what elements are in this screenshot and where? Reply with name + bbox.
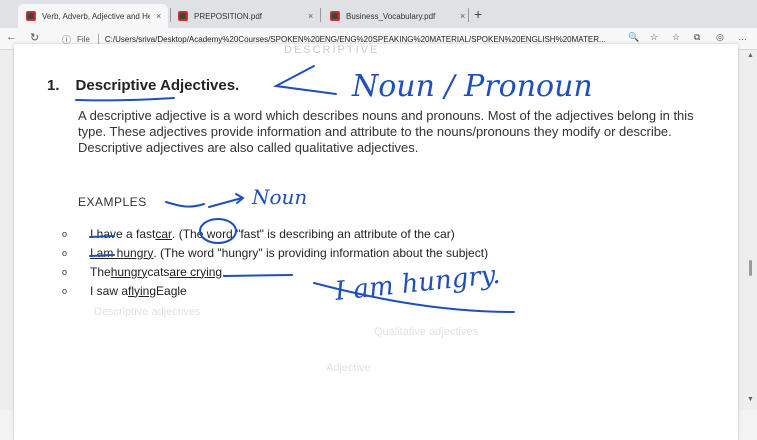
example-text: cats [147, 264, 170, 279]
bullet-marker: o [62, 228, 68, 239]
tab-business-vocabulary[interactable]: ⬛ Business_Vocabulary.pdf × [322, 4, 470, 28]
bullet-marker: o [62, 247, 68, 258]
scroll-thumb[interactable] [749, 260, 752, 276]
new-tab-button[interactable]: + [474, 6, 482, 22]
arrow-stroke [208, 193, 245, 208]
bullet-marker: o [62, 266, 68, 277]
close-tab-icon[interactable]: × [156, 11, 161, 21]
scroll-up-icon[interactable]: ▲ [747, 52, 754, 59]
vertical-scrollbar[interactable]: ▲ ▼ [746, 50, 756, 410]
faded-text: Adjective [326, 362, 371, 374]
tab-title: Verb, Adverb, Adjective and Help [42, 11, 150, 21]
favorite-star-icon[interactable]: ☆ [650, 32, 658, 43]
more-menu-icon[interactable]: … [738, 32, 747, 42]
underlined-word: flying [128, 283, 157, 298]
pdf-icon: ⬛ [178, 11, 188, 21]
example-text: . (The word "fast" is describing an attr… [172, 226, 455, 241]
examples-dash-stroke [165, 201, 205, 208]
arrow-stroke [272, 65, 337, 95]
close-tab-icon[interactable]: × [308, 11, 313, 21]
example-list: o I have a fast car. (The word "fast" is… [62, 224, 488, 300]
tab-separator [468, 8, 469, 22]
underlined-word: hungry [110, 264, 148, 279]
faded-text: Qualitative adjectives [374, 326, 478, 338]
pdf-icon: ⬛ [26, 11, 36, 21]
collections-icon[interactable]: ⧉ [694, 32, 700, 43]
example-text: I saw a [90, 283, 129, 298]
handwritten-noun: Noun [251, 185, 307, 209]
example-text: The [90, 264, 111, 279]
heading-underline-stroke [75, 97, 175, 102]
pdf-icon: ⬛ [330, 11, 340, 21]
close-tab-icon[interactable]: × [460, 11, 465, 21]
list-item: o I have a fast car. (The word "fast" is… [62, 224, 488, 243]
handwritten-noun-pronoun: Noun / Pronoun [351, 69, 593, 104]
tab-verb-adverb[interactable]: ⬛ Verb, Adverb, Adjective and Help × [18, 4, 168, 28]
faded-heading: DESCRIPTIVE [284, 44, 380, 56]
list-item: o I saw a flying Eagle [62, 281, 488, 300]
example-text: I have a fast [90, 226, 156, 241]
heading-number: 1. [47, 77, 60, 94]
scroll-down-icon[interactable]: ▼ [747, 396, 754, 403]
example-text: . [222, 264, 226, 279]
favorites-icon[interactable]: ☆ [672, 32, 680, 43]
tab-title: Business_Vocabulary.pdf [346, 11, 436, 21]
faded-text: Descriptive adjectives [94, 306, 201, 318]
section-heading: 1. Descriptive Adjectives. [47, 77, 239, 94]
underlined-word: I am hungry [90, 245, 154, 260]
heading-text: Descriptive Adjectives. [75, 77, 240, 94]
scheme-label: File [77, 34, 90, 44]
pdf-page: DESCRIPTIVE 1. Descriptive Adjectives. A … [14, 44, 738, 440]
tab-separator [320, 8, 321, 22]
examples-label: EXAMPLES [78, 195, 147, 209]
tab-bar: ⬛ Verb, Adverb, Adjective and Help × ⬛ P… [0, 0, 757, 28]
definition-paragraph: A descriptive adjective is a word which … [78, 108, 694, 155]
underlined-word: car [155, 226, 173, 241]
reload-button[interactable]: ↻ [30, 31, 39, 44]
tab-title: PREPOSITION.pdf [194, 11, 263, 21]
profile-icon[interactable]: ◎ [716, 32, 724, 43]
tab-preposition[interactable]: ⬛ PREPOSITION.pdf × [170, 4, 318, 28]
list-item: o I am hungry. (The word "hungry" is pro… [62, 243, 488, 262]
zoom-icon[interactable]: 🔍 [628, 32, 639, 43]
underlined-word: are crying [169, 264, 223, 279]
pdf-viewer: DESCRIPTIVE 1. Descriptive Adjectives. A … [0, 44, 757, 440]
back-button[interactable]: ← [6, 31, 17, 43]
list-item: o The hungry cats are crying. [62, 262, 488, 281]
example-text: Eagle [156, 283, 187, 298]
url-text[interactable]: C:/Users/sriva/Desktop/Academy%20Courses… [105, 35, 605, 44]
bullet-marker: o [62, 285, 68, 296]
divider [97, 34, 99, 44]
example-text: . (The word "hungry" is providing inform… [153, 245, 489, 260]
